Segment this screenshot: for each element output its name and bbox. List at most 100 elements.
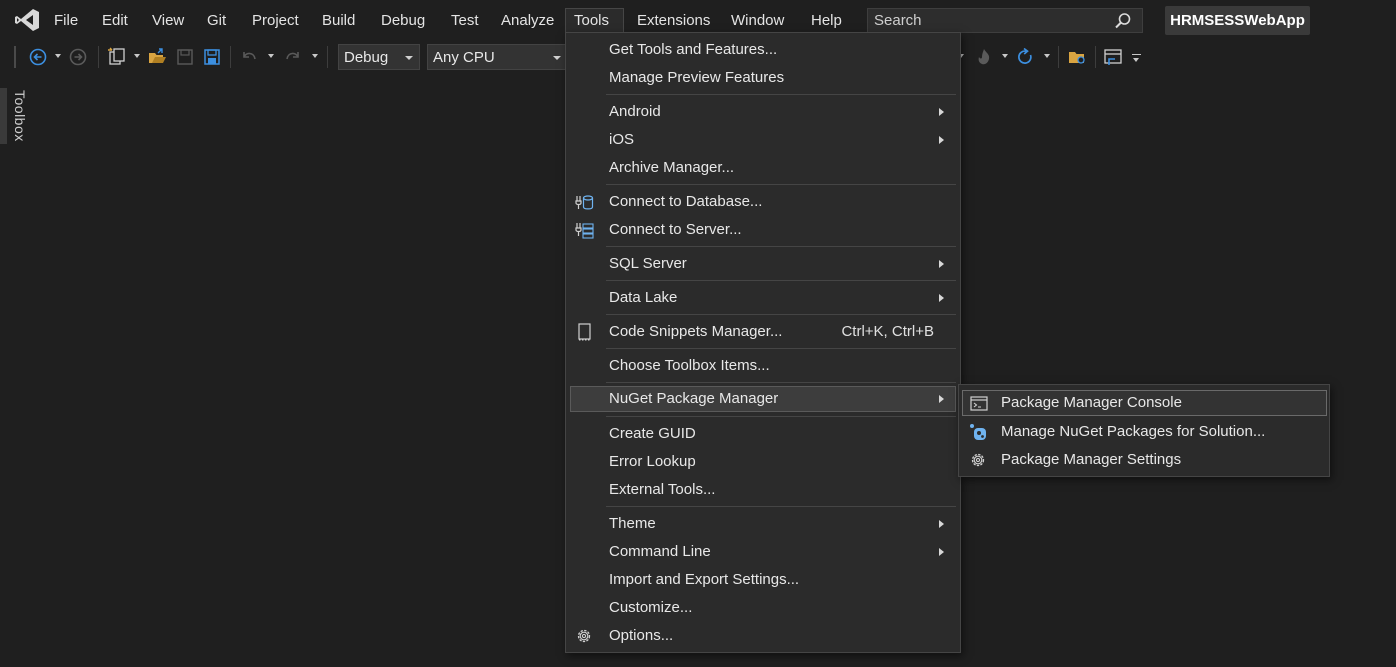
menu-item-label: External Tools...	[609, 481, 716, 498]
menu-item-sql-server[interactable]: SQL Server	[570, 251, 956, 277]
save-icon[interactable]	[175, 47, 195, 67]
toolbox-rail[interactable]	[0, 88, 7, 144]
menu-window[interactable]: Window	[723, 9, 792, 33]
menu-item-shortcut: Ctrl+K, Ctrl+B	[841, 323, 934, 340]
menu-item-code-snippets[interactable]: Code Snippets Manager... Ctrl+K, Ctrl+B	[570, 319, 956, 345]
menu-view[interactable]: View	[144, 9, 192, 33]
menu-item-create-guid[interactable]: Create GUID	[570, 421, 956, 447]
menu-project[interactable]: Project	[244, 9, 307, 33]
menu-analyze[interactable]: Analyze	[493, 9, 562, 33]
toolbar-separator	[1058, 46, 1059, 68]
menu-item-label: Error Lookup	[609, 453, 696, 470]
menu-item-label: Manage Preview Features	[609, 69, 785, 86]
toolbar-grip[interactable]	[14, 46, 16, 68]
menu-item-external-tools[interactable]: External Tools...	[570, 477, 956, 503]
menu-separator	[606, 416, 956, 417]
save-all-icon[interactable]	[202, 47, 222, 67]
refresh-icon[interactable]	[1015, 47, 1035, 67]
menu-item-connect-server[interactable]: Connect to Server...	[570, 217, 956, 243]
menu-item-label: Manage NuGet Packages for Solution...	[1001, 423, 1266, 440]
menu-tools[interactable]: Tools	[565, 8, 624, 33]
menu-edit[interactable]: Edit	[94, 9, 136, 33]
search-box[interactable]: Search	[867, 8, 1143, 33]
toolbar-overflow-icon[interactable]	[1133, 58, 1139, 62]
open-folder-icon[interactable]	[147, 47, 167, 67]
server-connect-icon	[575, 223, 594, 239]
hot-reload-dropdown-icon[interactable]	[1002, 54, 1008, 58]
menu-item-connect-database[interactable]: Connect to Database...	[570, 189, 956, 215]
menu-separator	[606, 348, 956, 349]
menu-item-label: Code Snippets Manager...	[609, 323, 783, 340]
menu-item-label: Options...	[609, 627, 674, 644]
search-icon[interactable]	[1114, 12, 1132, 30]
menu-test[interactable]: Test	[443, 9, 487, 33]
solution-platform-select[interactable]: Any CPU	[427, 44, 567, 70]
menu-separator	[606, 382, 956, 383]
redo-dropdown-icon[interactable]	[312, 54, 318, 58]
menu-item-manage-nuget-packages[interactable]: Manage NuGet Packages for Solution...	[962, 419, 1327, 445]
menu-item-import-export-settings[interactable]: Import and Export Settings...	[570, 567, 956, 593]
menu-item-label: Connect to Database...	[609, 193, 763, 210]
solution-platform-value: Any CPU	[433, 49, 495, 66]
refresh-dropdown-icon[interactable]	[1044, 54, 1050, 58]
menu-item-manage-preview[interactable]: Manage Preview Features	[570, 65, 956, 91]
new-project-icon[interactable]	[107, 47, 127, 67]
menu-separator	[606, 314, 956, 315]
submenu-arrow-icon	[939, 548, 944, 556]
menu-item-nuget-package-manager[interactable]: NuGet Package Manager	[570, 386, 956, 412]
menu-item-data-lake[interactable]: Data Lake	[570, 285, 956, 311]
toolbar-separator	[1095, 46, 1096, 68]
menu-separator	[606, 184, 956, 185]
redo-icon[interactable]	[283, 47, 303, 67]
hot-reload-icon[interactable]	[974, 47, 994, 67]
menu-item-error-lookup[interactable]: Error Lookup	[570, 449, 956, 475]
menu-item-command-line[interactable]: Command Line	[570, 539, 956, 565]
undo-icon[interactable]	[239, 47, 259, 67]
menu-separator	[606, 246, 956, 247]
browser-link-icon[interactable]	[1103, 47, 1123, 67]
menu-item-label: Data Lake	[609, 289, 678, 306]
menu-item-label: Package Manager Settings	[1001, 451, 1182, 468]
menu-item-options[interactable]: Options...	[570, 623, 956, 649]
menu-item-ios[interactable]: iOS	[570, 127, 956, 153]
solution-name-badge[interactable]: HRMSESSWebApp	[1165, 6, 1310, 35]
menu-separator	[606, 280, 956, 281]
submenu-arrow-icon	[939, 395, 944, 403]
console-icon	[970, 396, 988, 411]
solution-configuration-select[interactable]: Debug	[338, 44, 420, 70]
menu-extensions[interactable]: Extensions	[629, 9, 718, 33]
menu-item-label: Get Tools and Features...	[609, 41, 778, 58]
submenu-arrow-icon	[939, 136, 944, 144]
solution-explorer-folder-icon[interactable]	[1067, 47, 1087, 67]
submenu-arrow-icon	[939, 294, 944, 302]
menu-item-package-manager-console[interactable]: Package Manager Console	[962, 390, 1327, 416]
solution-configuration-value: Debug	[344, 49, 389, 66]
nuget-submenu: Package Manager Console Manage NuGet Pac…	[958, 384, 1330, 477]
menu-item-label: iOS	[609, 131, 635, 148]
menu-git[interactable]: Git	[199, 9, 234, 33]
menu-item-archive-manager[interactable]: Archive Manager...	[570, 155, 956, 181]
snippet-icon	[578, 323, 591, 341]
undo-dropdown-icon[interactable]	[268, 54, 274, 58]
toolbar-separator	[327, 46, 328, 68]
menu-item-package-manager-settings[interactable]: Package Manager Settings	[962, 447, 1327, 473]
menu-build[interactable]: Build	[314, 9, 363, 33]
new-project-dropdown-icon[interactable]	[134, 54, 140, 58]
menu-separator	[606, 94, 956, 95]
toolbar-separator	[230, 46, 231, 68]
toolbox-tab[interactable]: Toolbox	[12, 90, 28, 142]
menu-item-android[interactable]: Android	[570, 99, 956, 125]
navigate-forward-icon[interactable]	[68, 47, 88, 67]
toolbar-overflow-bar	[1132, 54, 1141, 55]
menu-item-choose-toolbox-items[interactable]: Choose Toolbox Items...	[570, 353, 956, 379]
navigate-back-dropdown-icon[interactable]	[55, 54, 61, 58]
menu-file[interactable]: File	[46, 9, 86, 33]
menu-item-get-tools[interactable]: Get Tools and Features...	[570, 37, 956, 63]
menu-item-label: Archive Manager...	[609, 159, 735, 176]
menu-item-customize[interactable]: Customize...	[570, 595, 956, 621]
visual-studio-logo-icon[interactable]	[14, 8, 40, 32]
menu-help[interactable]: Help	[803, 9, 850, 33]
menu-item-theme[interactable]: Theme	[570, 511, 956, 537]
navigate-back-icon[interactable]	[28, 47, 48, 67]
menu-debug[interactable]: Debug	[373, 9, 433, 33]
